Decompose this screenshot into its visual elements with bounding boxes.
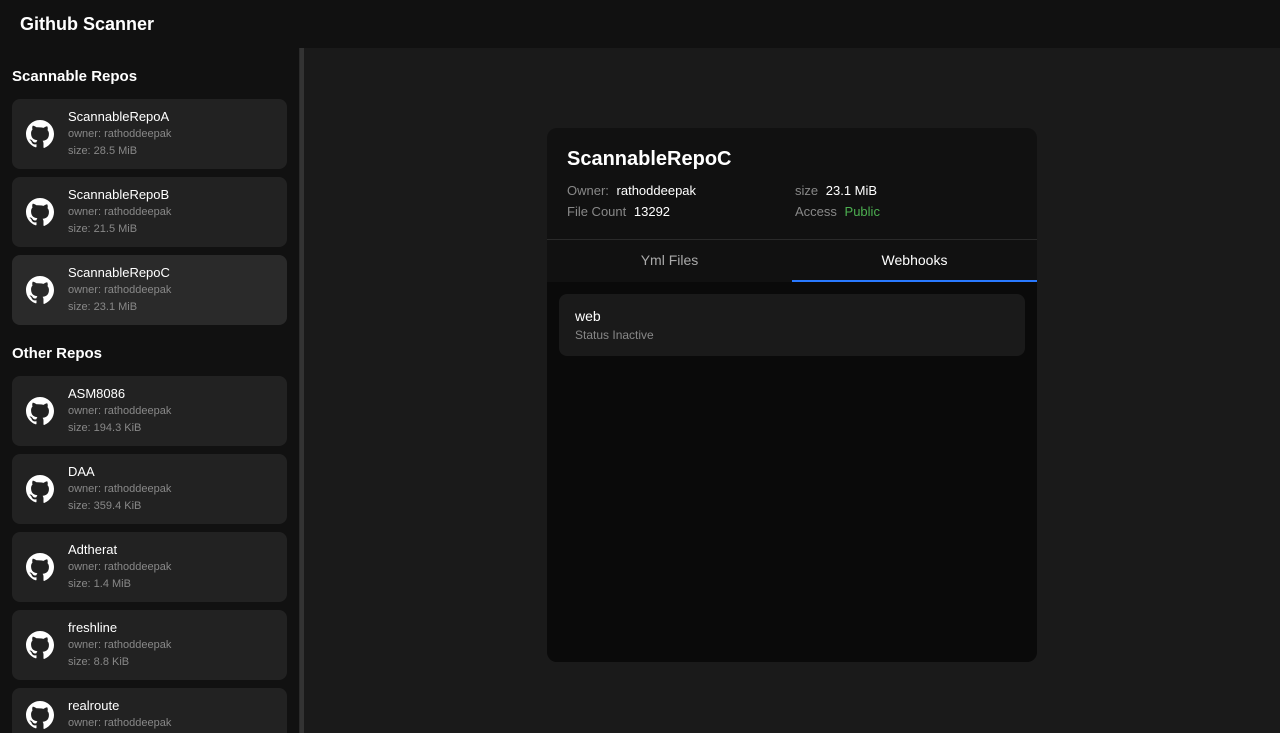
filecount-row: File Count 13292 (567, 204, 789, 219)
owner-label: Owner: (567, 183, 609, 198)
other-repo-item[interactable]: Adtherat owner: rathoddeepaksize: 1.4 Mi… (12, 532, 287, 602)
access-label: Access (795, 204, 837, 219)
repo-meta: owner: rathoddeepaksize: 21.5 MiB (68, 204, 275, 237)
repo-name: realroute (68, 698, 275, 713)
owner-row: Owner: rathoddeepak (567, 183, 789, 198)
main-layout: Scannable Repos ScannableRepoA owner: ra… (0, 48, 1280, 733)
scannable-repos-list: ScannableRepoA owner: rathoddeepaksize: … (12, 99, 287, 325)
content-area: ScannableRepoC Owner: rathoddeepak size … (304, 48, 1280, 733)
size-label: size (795, 183, 818, 198)
scannable-repo-item[interactable]: ScannableRepoC owner: rathoddeepaksize: … (12, 255, 287, 325)
repo-name: ASM8086 (68, 386, 275, 401)
size-row: size 23.1 MiB (795, 183, 1017, 198)
repo-info: ScannableRepoC owner: rathoddeepaksize: … (68, 265, 275, 315)
webhook-item: web Status Inactive (559, 294, 1025, 356)
sidebar: Scannable Repos ScannableRepoA owner: ra… (0, 48, 300, 733)
other-repo-item[interactable]: ASM8086 owner: rathoddeepaksize: 194.3 K… (12, 376, 287, 446)
tab-webhooks[interactable]: Webhooks (792, 240, 1037, 282)
app-header: Github Scanner (0, 0, 1280, 48)
other-repo-item[interactable]: realroute owner: rathoddeepak (12, 688, 287, 733)
tab-content: web Status Inactive (547, 282, 1037, 662)
repo-info: freshline owner: rathoddeepaksize: 8.8 K… (68, 620, 275, 670)
app-title: Github Scanner (20, 14, 154, 35)
repo-detail-card: ScannableRepoC Owner: rathoddeepak size … (547, 128, 1037, 662)
repo-name: ScannableRepoB (68, 187, 275, 202)
repo-name: Adtherat (68, 542, 275, 557)
repo-name: DAA (68, 464, 275, 479)
detail-repo-name: ScannableRepoC (567, 148, 1017, 171)
repo-info: DAA owner: rathoddeepaksize: 359.4 KiB (68, 464, 275, 514)
other-repo-item[interactable]: freshline owner: rathoddeepaksize: 8.8 K… (12, 610, 287, 680)
repo-name: ScannableRepoA (68, 109, 275, 124)
webhook-status: Status Inactive (575, 328, 1009, 342)
repo-meta: owner: rathoddeepaksize: 28.5 MiB (68, 126, 275, 159)
filecount-label: File Count (567, 204, 626, 219)
repo-meta: owner: rathoddeepaksize: 8.8 KiB (68, 637, 275, 670)
access-value: Public (845, 204, 880, 219)
repo-name: freshline (68, 620, 275, 635)
webhook-name: web (575, 308, 1009, 324)
repo-meta: owner: rathoddeepaksize: 23.1 MiB (68, 282, 275, 315)
other-repo-item[interactable]: DAA owner: rathoddeepaksize: 359.4 KiB (12, 454, 287, 524)
size-value: 23.1 MiB (826, 183, 877, 198)
detail-meta-grid: Owner: rathoddeepak size 23.1 MiB File C… (567, 183, 1017, 219)
repo-info: ScannableRepoA owner: rathoddeepaksize: … (68, 109, 275, 159)
tab-yml[interactable]: Yml Files (547, 240, 792, 282)
access-row: Access Public (795, 204, 1017, 219)
tabs-bar: Yml Files Webhooks (547, 239, 1037, 282)
repo-meta: owner: rathoddeepaksize: 194.3 KiB (68, 403, 275, 436)
scannable-repo-item[interactable]: ScannableRepoB owner: rathoddeepaksize: … (12, 177, 287, 247)
repo-info: realroute owner: rathoddeepak (68, 698, 275, 732)
repo-info: ScannableRepoB owner: rathoddeepaksize: … (68, 187, 275, 237)
detail-header: ScannableRepoC Owner: rathoddeepak size … (547, 128, 1037, 239)
repo-meta: owner: rathoddeepaksize: 359.4 KiB (68, 481, 275, 514)
repo-info: ASM8086 owner: rathoddeepaksize: 194.3 K… (68, 386, 275, 436)
repo-meta: owner: rathoddeepak (68, 715, 275, 732)
filecount-value: 13292 (634, 204, 670, 219)
webhooks-list: web Status Inactive (559, 294, 1025, 356)
scannable-repos-title: Scannable Repos (12, 64, 287, 89)
repo-info: Adtherat owner: rathoddeepaksize: 1.4 Mi… (68, 542, 275, 592)
other-repos-title: Other Repos (12, 341, 287, 366)
repo-name: ScannableRepoC (68, 265, 275, 280)
scannable-repo-item[interactable]: ScannableRepoA owner: rathoddeepaksize: … (12, 99, 287, 169)
owner-value: rathoddeepak (617, 183, 697, 198)
other-repos-list: ASM8086 owner: rathoddeepaksize: 194.3 K… (12, 376, 287, 733)
repo-meta: owner: rathoddeepaksize: 1.4 MiB (68, 559, 275, 592)
